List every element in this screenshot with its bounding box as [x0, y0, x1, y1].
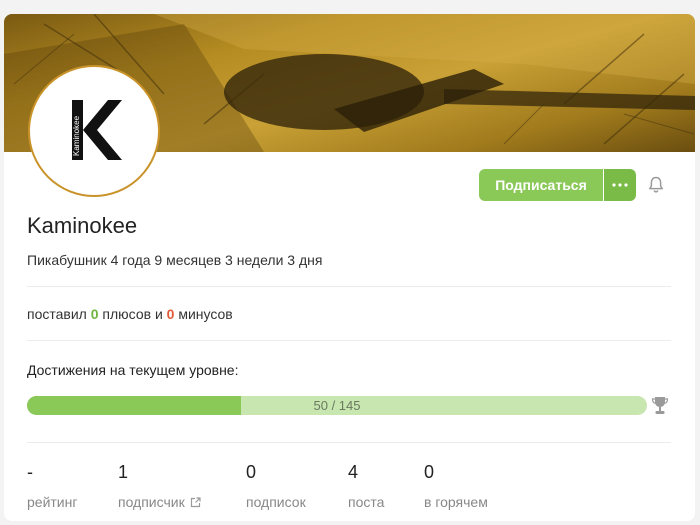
- stat-subscribers[interactable]: 1 подписчик: [118, 462, 201, 510]
- stat-value: 4: [348, 462, 359, 482]
- trophy-icon[interactable]: [651, 395, 669, 416]
- stat-label: в горячем: [424, 494, 488, 510]
- avatar[interactable]: Kaminokee: [28, 65, 160, 197]
- profile-actions: Подписаться: [479, 169, 636, 201]
- stat-hot[interactable]: 0 в горячем: [424, 462, 488, 510]
- stat-subscriptions: 0 подписок: [246, 462, 306, 510]
- divider: [27, 340, 671, 341]
- plus-count: 0: [90, 306, 99, 322]
- stat-label: подписчик: [118, 494, 185, 510]
- stat-label: рейтинг: [27, 494, 78, 510]
- stat-value: 0: [424, 462, 435, 482]
- ellipsis-icon: [612, 183, 628, 187]
- stat-label: поста: [348, 494, 385, 510]
- bell-icon[interactable]: [646, 175, 666, 195]
- plus-label: плюсов и: [102, 306, 163, 322]
- stat-value: -: [27, 462, 33, 482]
- progress-text: 50 / 145: [313, 398, 361, 413]
- stat-label: подписок: [246, 494, 306, 510]
- username: Kaminokee: [27, 213, 138, 238]
- logo-text: Kaminokee: [72, 115, 81, 156]
- minus-count: 0: [166, 306, 175, 322]
- votes-prefix: поставил: [27, 306, 87, 322]
- tenure-text: Пикабушник 4 года 9 месяцев 3 недели 3 д…: [27, 252, 323, 268]
- minus-label: минусов: [178, 306, 233, 322]
- kaminokee-logo: Kaminokee: [72, 100, 122, 160]
- stat-rating: - рейтинг: [27, 462, 77, 510]
- stat-posts[interactable]: 4 поста: [348, 462, 384, 510]
- subscribe-button[interactable]: Подписаться: [479, 169, 603, 201]
- stat-value: 1: [118, 462, 129, 482]
- stat-value: 0: [246, 462, 257, 482]
- divider: [27, 442, 671, 443]
- votes-summary: поставил 0 плюсов и 0 минусов: [27, 306, 233, 322]
- external-link-icon[interactable]: [190, 496, 201, 508]
- more-button[interactable]: [604, 169, 636, 201]
- profile-card: Kaminokee Подписаться Kaminokee Пикабушн…: [4, 14, 695, 521]
- achievements-progress-bar: 50 / 145: [27, 396, 647, 415]
- achievements-title: Достижения на текущем уровне:: [27, 362, 239, 378]
- divider: [27, 286, 671, 287]
